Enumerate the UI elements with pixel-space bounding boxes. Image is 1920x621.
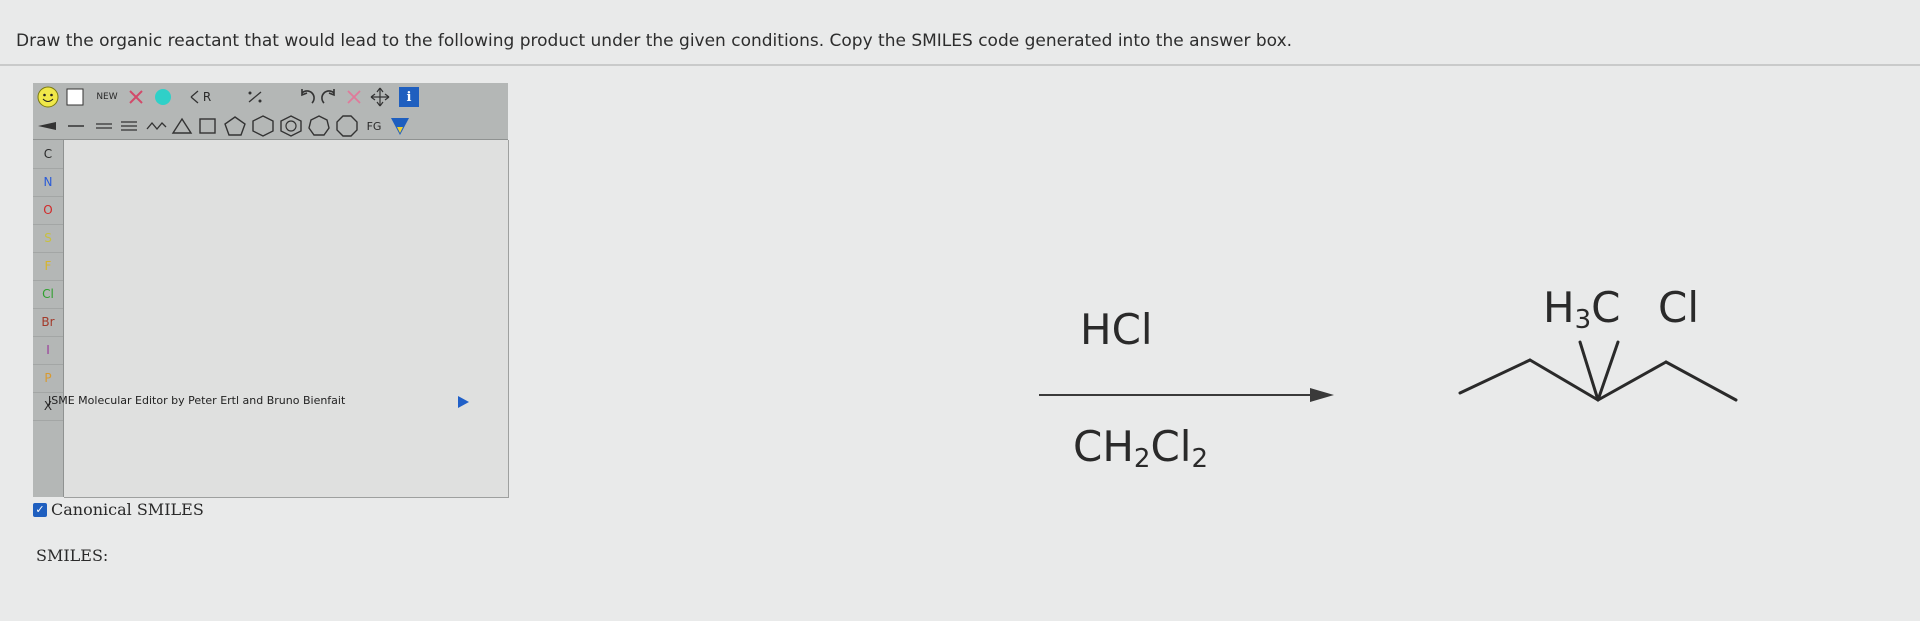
product-skeleton bbox=[1458, 340, 1738, 402]
bond-4 bbox=[1664, 360, 1738, 402]
bond-1 bbox=[1458, 358, 1532, 395]
